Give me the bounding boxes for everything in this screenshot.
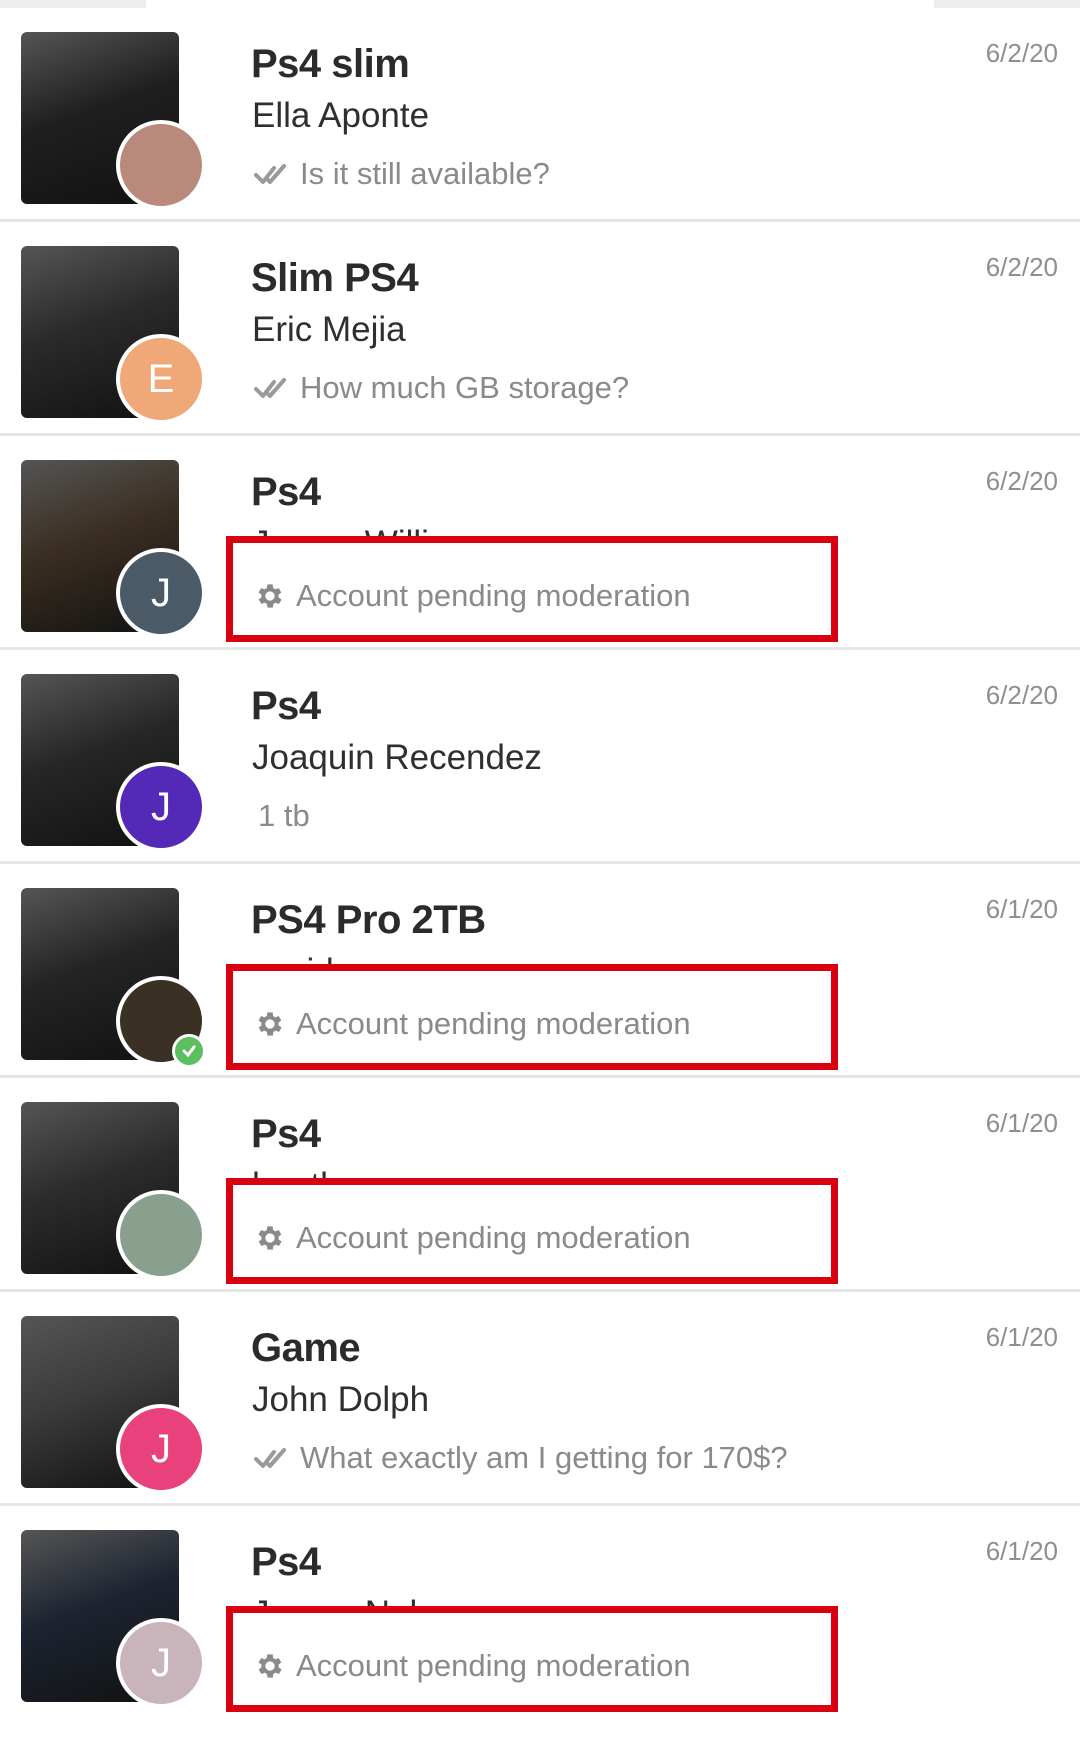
conversation-row[interactable]: J Game John Dolph What exactly am I getting… (0, 1292, 1080, 1506)
last-message: Is it still available? (254, 156, 550, 192)
message-date: 6/2/20 (985, 252, 1058, 282)
verified-badge-icon (172, 1034, 206, 1068)
listing-title: Game (251, 1326, 361, 1370)
message-date: 6/1/20 (985, 1108, 1058, 1138)
user-avatar[interactable]: E (116, 334, 206, 424)
listing-title: Ps4 (251, 684, 321, 728)
user-avatar[interactable] (116, 1190, 206, 1280)
double-check-icon (254, 376, 300, 400)
message-date: 6/1/20 (985, 1322, 1058, 1352)
listing-title: Ps4 slim (251, 42, 410, 86)
moderation-highlight-box (226, 1178, 838, 1284)
last-message-text: What exactly am I getting for 170$? (300, 1440, 788, 1475)
last-message: How much GB storage? (254, 370, 629, 406)
listing-title: Ps4 (251, 1540, 321, 1584)
conversation-row[interactable]: PS4 Pro 2TBcovidAccount pending moderati… (0, 864, 1080, 1078)
last-message-text: How much GB storage? (300, 370, 630, 405)
user-avatar[interactable]: J (116, 762, 206, 852)
double-check-icon (254, 1446, 300, 1470)
moderation-highlight-box (226, 536, 838, 642)
listing-title: Ps4 (251, 1112, 321, 1156)
avatar-initial: E (147, 356, 175, 401)
last-message-text: 1 tb (258, 798, 310, 833)
message-date: 6/1/20 (985, 894, 1058, 924)
contact-name: John Dolph (252, 1380, 430, 1419)
conversation-row[interactable]: J Ps4 Joaquin Recendez 1 tb 6/2/20 (0, 650, 1080, 864)
contact-name: Eric Mejia (252, 310, 406, 349)
user-avatar[interactable]: J (116, 548, 206, 638)
user-avatar[interactable]: J (116, 1404, 206, 1494)
conversation-row[interactable]: JPs4James NelsonAccount pending moderati… (0, 1506, 1080, 1720)
user-avatar[interactable] (116, 120, 206, 210)
contact-name: Joaquin Recendez (252, 738, 542, 777)
contact-name: Ella Aponte (252, 96, 430, 135)
user-avatar[interactable]: J (116, 1618, 206, 1708)
conversation-list: Ps4 slim Ella Aponte Is it still available… (0, 8, 1080, 1720)
moderation-highlight-box (226, 964, 838, 1070)
avatar-initial: J (151, 1426, 171, 1471)
message-date: 6/2/20 (985, 38, 1058, 68)
conversation-row[interactable]: Ps4heatherAccount pending moderation6/1/… (0, 1078, 1080, 1292)
avatar-initial: J (151, 784, 171, 829)
message-date: 6/2/20 (985, 680, 1058, 710)
avatar-initial: J (151, 1640, 171, 1685)
moderation-highlight-box (226, 1606, 838, 1712)
message-date: 6/2/20 (985, 466, 1058, 496)
double-check-icon (254, 162, 300, 186)
listing-title: Ps4 (251, 470, 321, 514)
listing-title: PS4 Pro 2TB (251, 898, 486, 942)
message-date: 6/1/20 (985, 1536, 1058, 1566)
listing-title: Slim PS4 (251, 256, 419, 300)
conversation-row[interactable]: Ps4 slim Ella Aponte Is it still available… (0, 8, 1080, 222)
conversation-row[interactable]: E Slim PS4 Eric Mejia How much GB storage? 6… (0, 222, 1080, 436)
last-message-text: Is it still available? (300, 156, 550, 191)
last-message: What exactly am I getting for 170$? (254, 1440, 788, 1476)
last-message: 1 tb (258, 798, 310, 834)
avatar-initial: J (151, 570, 171, 615)
conversation-row[interactable]: JPs4James WilliamAccount pending moderat… (0, 436, 1080, 650)
